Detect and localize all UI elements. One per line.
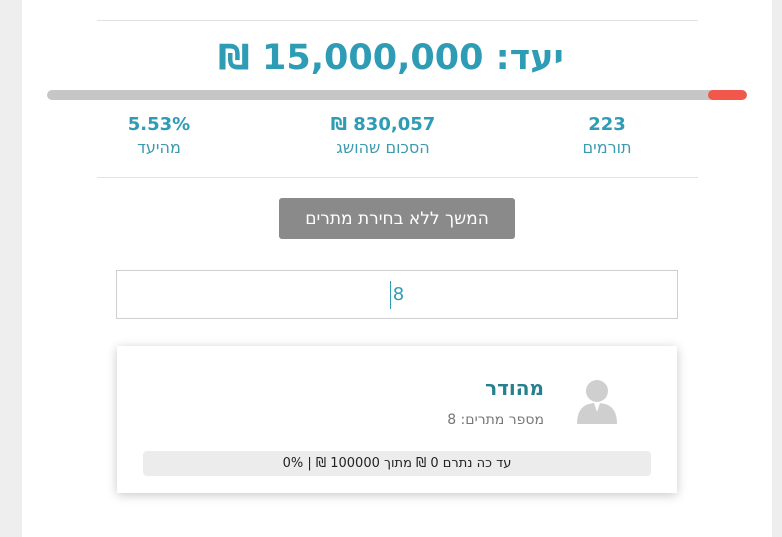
- fundraiser-name: מהודר: [485, 376, 544, 400]
- stat-percent: 5.53% מהיעד: [49, 114, 269, 157]
- goal-progress-fill: [708, 90, 747, 100]
- user-silhouette-icon: [575, 376, 619, 424]
- stat-donors-label: תורמים: [582, 138, 632, 157]
- search-input-value: 8: [392, 284, 405, 305]
- goal-amount: יעד: 15,000,000 ₪: [218, 38, 564, 78]
- fundraiser-progress-text: עד כה נתרם 0 ₪ מתוך 100000 ₪ | 0%: [143, 451, 651, 476]
- goal-progress-bar: [47, 90, 747, 100]
- text-cursor: [389, 280, 391, 309]
- stat-donors: 223 תורמים: [497, 114, 717, 157]
- stat-donors-value: 223: [588, 114, 626, 135]
- stat-percent-label: מהיעד: [137, 138, 181, 157]
- continue-without-selection-button[interactable]: המשך ללא בחירת מתרים: [279, 198, 515, 239]
- fundraiser-count: מספר מתרים: 8: [447, 412, 544, 428]
- stat-raised-label: הסכום שהושג: [336, 138, 430, 157]
- stat-percent-value: 5.53%: [127, 114, 191, 135]
- stat-raised: 830,057 ₪ הסכום שהושג: [273, 114, 493, 157]
- top-divider: [97, 20, 698, 21]
- fundraiser-card[interactable]: מהודר מספר מתרים: 8 עד כה נתרם 0 ₪ מתוך …: [117, 346, 677, 493]
- stats-divider: [97, 177, 698, 178]
- fundraiser-search-input[interactable]: 8: [116, 270, 678, 319]
- stat-raised-value: 830,057 ₪: [330, 114, 436, 135]
